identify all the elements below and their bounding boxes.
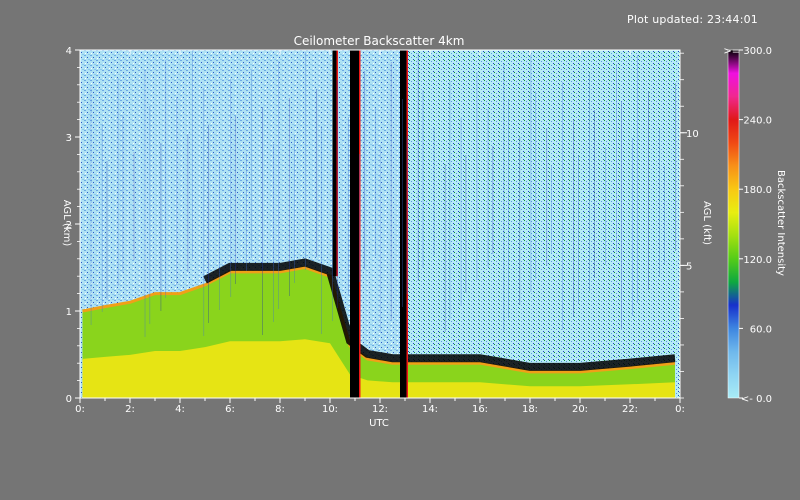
- x-tick-label: 6:: [225, 404, 235, 415]
- x-axis-label: UTC: [369, 418, 389, 429]
- x-tick-label: 0:: [75, 404, 85, 415]
- x-tick-label: 14:: [422, 404, 438, 415]
- colorbar-label: Backscatter Intensity: [775, 170, 786, 276]
- x-tick-label: 12:: [372, 404, 388, 415]
- chart-title: Ceilometer Backscatter 4km: [294, 34, 465, 48]
- x-tick-label: 0:: [675, 404, 685, 415]
- x-tick-label: 10:: [322, 404, 338, 415]
- y-left-tick-label: 1: [66, 307, 72, 318]
- y-left-tick-label: 3: [66, 133, 72, 144]
- x-tick-label: 18:: [522, 404, 538, 415]
- y-left-tick-label: 4: [66, 46, 72, 57]
- y-axis-right: 5 10: [680, 52, 699, 399]
- colorbar-tick-label: 60.0: [750, 324, 772, 335]
- colorbar-tick-label: >= 300.0: [723, 46, 772, 57]
- plot-area: [79, 49, 681, 399]
- y-right-tick-label: 10: [686, 129, 699, 140]
- ceilometer-chart: Ceilometer Backscatter 4km 0: 2: 4: 6: 8: 10:…: [61, 34, 786, 429]
- y-axis-left-label: AGL (km): [61, 200, 72, 247]
- colorbar-tick-label: 180.0: [743, 185, 772, 196]
- colorbar: <- 0.0 60.0 120.0 180.0 240.0 >= 300.0 Backsc…: [723, 46, 786, 405]
- x-tick-label: 20:: [572, 404, 588, 415]
- cloud-column-1: [350, 50, 360, 398]
- cloud-column-2: [400, 50, 408, 398]
- y-left-tick-label: 0: [66, 394, 72, 405]
- x-tick-label: 8:: [275, 404, 285, 415]
- colorbar-tick-label: <- 0.0: [741, 394, 772, 405]
- x-tick-label: 22:: [622, 404, 638, 415]
- colorbar-tick-label: 120.0: [743, 255, 772, 266]
- x-tick-label: 4:: [175, 404, 185, 415]
- x-tick-label: 16:: [472, 404, 488, 415]
- colorbar-tick-label: 240.0: [743, 116, 772, 127]
- y-right-tick-label: 5: [686, 261, 692, 272]
- clear-air-noise-right: [405, 50, 680, 398]
- x-tick-label: 2:: [125, 404, 135, 415]
- y-axis-right-label: AGL (kft): [701, 201, 712, 245]
- colorbar-gradient: [727, 49, 740, 399]
